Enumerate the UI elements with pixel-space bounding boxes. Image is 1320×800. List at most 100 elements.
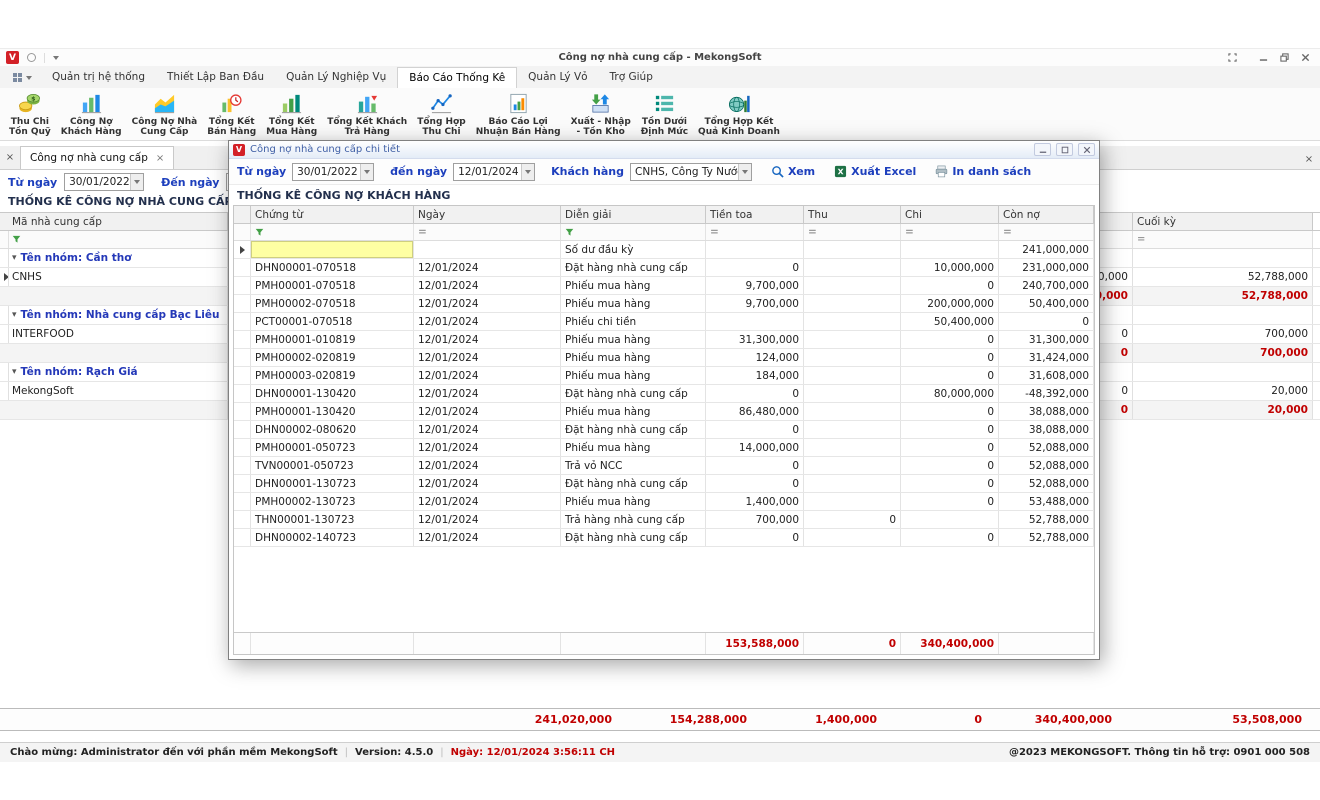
ribbon-tool[interactable]: $Thu ChiTồn Quỹ: [4, 91, 56, 137]
fullscreen-button[interactable]: [1223, 51, 1241, 65]
window-controls: [1223, 51, 1314, 65]
table-row[interactable]: PMH00001-05072312/01/2024Phiếu mua hàng1…: [234, 439, 1094, 457]
expander-icon[interactable]: ▾: [12, 310, 17, 320]
close-all-tabs-button[interactable]: ×: [0, 146, 20, 169]
table-row[interactable]: THN00001-13072312/01/2024Trả hàng nhà cu…: [234, 511, 1094, 529]
statusbar: Chào mừng: Administrator đến với phần mề…: [0, 742, 1320, 762]
column-header-6[interactable]: Chi: [901, 206, 999, 223]
filter-cell-4[interactable]: =: [706, 224, 804, 240]
ribbon-tool[interactable]: Tồn DướiĐịnh Mức: [636, 91, 693, 137]
ribbon-tool[interactable]: Công Nợ NhàCung Cấp: [127, 91, 203, 137]
tab-close-icon[interactable]: ×: [156, 153, 164, 164]
cell: 12/01/2024: [414, 403, 561, 420]
expander-icon[interactable]: ▾: [12, 367, 17, 377]
dialog-close-button[interactable]: [1078, 143, 1095, 156]
khach-hang-combo[interactable]: CNHS, Công Ty Nước ...: [630, 163, 752, 181]
cuoi-ky-cell: [1133, 249, 1313, 267]
cell: 0: [706, 475, 804, 492]
tool-label: Công NợKhách Hàng: [61, 117, 122, 137]
dialog-titlebar[interactable]: V Công nợ nhà cung cấp chi tiết: [229, 141, 1099, 159]
ribbon-tab-3[interactable]: Quản Lý Nghiệp Vụ: [275, 67, 397, 88]
filter-cell-7[interactable]: =: [999, 224, 1094, 240]
cell: 0: [901, 331, 999, 348]
cell: 12/01/2024: [414, 475, 561, 492]
table-row[interactable]: PMH00001-01081912/01/2024Phiếu mua hàng3…: [234, 331, 1094, 349]
ribbon-tool[interactable]: Tổng KếtBán Hàng: [202, 91, 261, 137]
table-row[interactable]: TVN00001-05072312/01/2024Trả vỏ NCC0052,…: [234, 457, 1094, 475]
ribbon-tool[interactable]: Tổng HợpThu Chi: [412, 91, 470, 137]
dropdown-caret-icon[interactable]: [738, 164, 751, 180]
xuat-excel-button[interactable]: Xuất Excel: [834, 165, 916, 178]
cell: 231,000,000: [999, 259, 1094, 276]
table-row[interactable]: DHN00001-07051812/01/2024Đặt hàng nhà cu…: [234, 259, 1094, 277]
table-row[interactable]: PMH00003-02081912/01/2024Phiếu mua hàng1…: [234, 367, 1094, 385]
ribbon-tab-4[interactable]: Báo Cáo Thống Kê: [397, 67, 517, 88]
filter-cell-1[interactable]: [251, 224, 414, 240]
cell: [804, 241, 901, 258]
tab-cong-no-nha-cung-cap[interactable]: Công nợ nhà cung cấp ×: [20, 146, 174, 169]
table-row[interactable]: DHN00002-08062012/01/2024Đặt hàng nhà cu…: [234, 421, 1094, 439]
minimize-button[interactable]: [1254, 51, 1272, 65]
ribbon-tab-2[interactable]: Thiết Lập Ban Đầu: [156, 67, 275, 88]
ribbon-tool[interactable]: Tổng Hợp KếtQuả Kinh Doanh: [693, 91, 785, 137]
cell: 0: [901, 529, 999, 546]
cell: Phiếu mua hàng: [561, 349, 706, 366]
expander-icon[interactable]: ▾: [12, 253, 17, 263]
ribbon-tool[interactable]: Xuất - Nhập- Tồn Kho: [566, 91, 636, 137]
filter-cell-3[interactable]: [561, 224, 706, 240]
filter-cell-6[interactable]: =: [901, 224, 999, 240]
quick-access-caret-icon[interactable]: [53, 56, 59, 60]
cell: Phiếu mua hàng: [561, 439, 706, 456]
column-header-1[interactable]: Chứng từ: [251, 206, 414, 223]
column-header-5[interactable]: Thu: [804, 206, 901, 223]
table-row[interactable]: DHN00002-14072312/01/2024Đặt hàng nhà cu…: [234, 529, 1094, 547]
cell: PMH00002-130723: [251, 493, 414, 510]
tu-ngay-combo[interactable]: 30/01/2022: [64, 173, 144, 191]
dropdown-caret-icon[interactable]: [521, 164, 534, 180]
ribbon-toolbar: $Thu ChiTồn QuỹCông NợKhách HàngCông Nợ …: [0, 88, 1320, 141]
ribbon-menu-button[interactable]: [4, 67, 41, 88]
column-header-ma-ncc[interactable]: Mã nhà cung cấp: [8, 213, 228, 230]
dropdown-caret-icon[interactable]: [130, 174, 143, 190]
filter-cell-5[interactable]: =: [804, 224, 901, 240]
table-row[interactable]: PMH00002-07051812/01/2024Phiếu mua hàng9…: [234, 295, 1094, 313]
dialog-tu-ngay-combo[interactable]: 30/01/2022: [292, 163, 374, 181]
column-header-3[interactable]: Diễn giải: [561, 206, 706, 223]
ribbon-tool[interactable]: Công NợKhách Hàng: [56, 91, 127, 137]
dialog-minimize-button[interactable]: [1034, 143, 1051, 156]
dialog-maximize-button[interactable]: [1056, 143, 1073, 156]
column-header-4[interactable]: Tiền toa: [706, 206, 804, 223]
table-row[interactable]: PMH00001-07051812/01/2024Phiếu mua hàng9…: [234, 277, 1094, 295]
cell: PMH00002-070518: [251, 295, 414, 312]
ribbon-tab-6[interactable]: Trợ Giúp: [599, 67, 664, 88]
quick-access-circle-icon[interactable]: [27, 53, 36, 62]
ribbon-tool[interactable]: Tổng KếtMua Hàng: [261, 91, 322, 137]
table-row[interactable]: PMH00002-02081912/01/2024Phiếu mua hàng1…: [234, 349, 1094, 367]
dialog-den-ngay-combo[interactable]: 12/01/2024: [453, 163, 535, 181]
table-row[interactable]: PMH00001-13042012/01/2024Phiếu mua hàng8…: [234, 403, 1094, 421]
table-row[interactable]: DHN00001-13042012/01/2024Đặt hàng nhà cu…: [234, 385, 1094, 403]
ribbon-tool[interactable]: Báo Cáo LợiNhuận Bán Hàng: [471, 91, 566, 137]
column-header-2[interactable]: Ngày: [414, 206, 561, 223]
table-row[interactable]: PMH00002-13072312/01/2024Phiếu mua hàng1…: [234, 493, 1094, 511]
ribbon-tab-1[interactable]: Quản trị hệ thống: [41, 67, 156, 88]
column-header-cuoi-ky[interactable]: Cuối kỳ: [1133, 213, 1313, 230]
filter-funnel-icon[interactable]: [12, 235, 21, 244]
close-button[interactable]: [1296, 51, 1314, 65]
filter-cell-2[interactable]: =: [414, 224, 561, 240]
table-row[interactable]: Số dư đầu kỳ241,000,000: [234, 241, 1094, 259]
bar-chart-return-icon: [356, 92, 379, 115]
filter-eq-cuoi-ky[interactable]: =: [1133, 231, 1313, 248]
dropdown-caret-icon[interactable]: [360, 164, 373, 180]
panel-close-button[interactable]: ×: [1298, 154, 1320, 169]
table-row[interactable]: PCT00001-07051812/01/2024Phiếu chi tiền5…: [234, 313, 1094, 331]
table-row[interactable]: DHN00001-13072312/01/2024Đặt hàng nhà cu…: [234, 475, 1094, 493]
ribbon-tab-5[interactable]: Quản Lý Vỏ: [517, 67, 598, 88]
restore-button[interactable]: [1275, 51, 1293, 65]
xem-button[interactable]: Xem: [771, 165, 815, 178]
column-header-7[interactable]: Còn nợ: [999, 206, 1094, 223]
cell: [804, 277, 901, 294]
in-danh-sach-button[interactable]: In danh sách: [935, 165, 1031, 178]
tool-label: Báo Cáo LợiNhuận Bán Hàng: [476, 117, 561, 137]
ribbon-tool[interactable]: Tổng Kết KháchTrả Hàng: [322, 91, 412, 137]
